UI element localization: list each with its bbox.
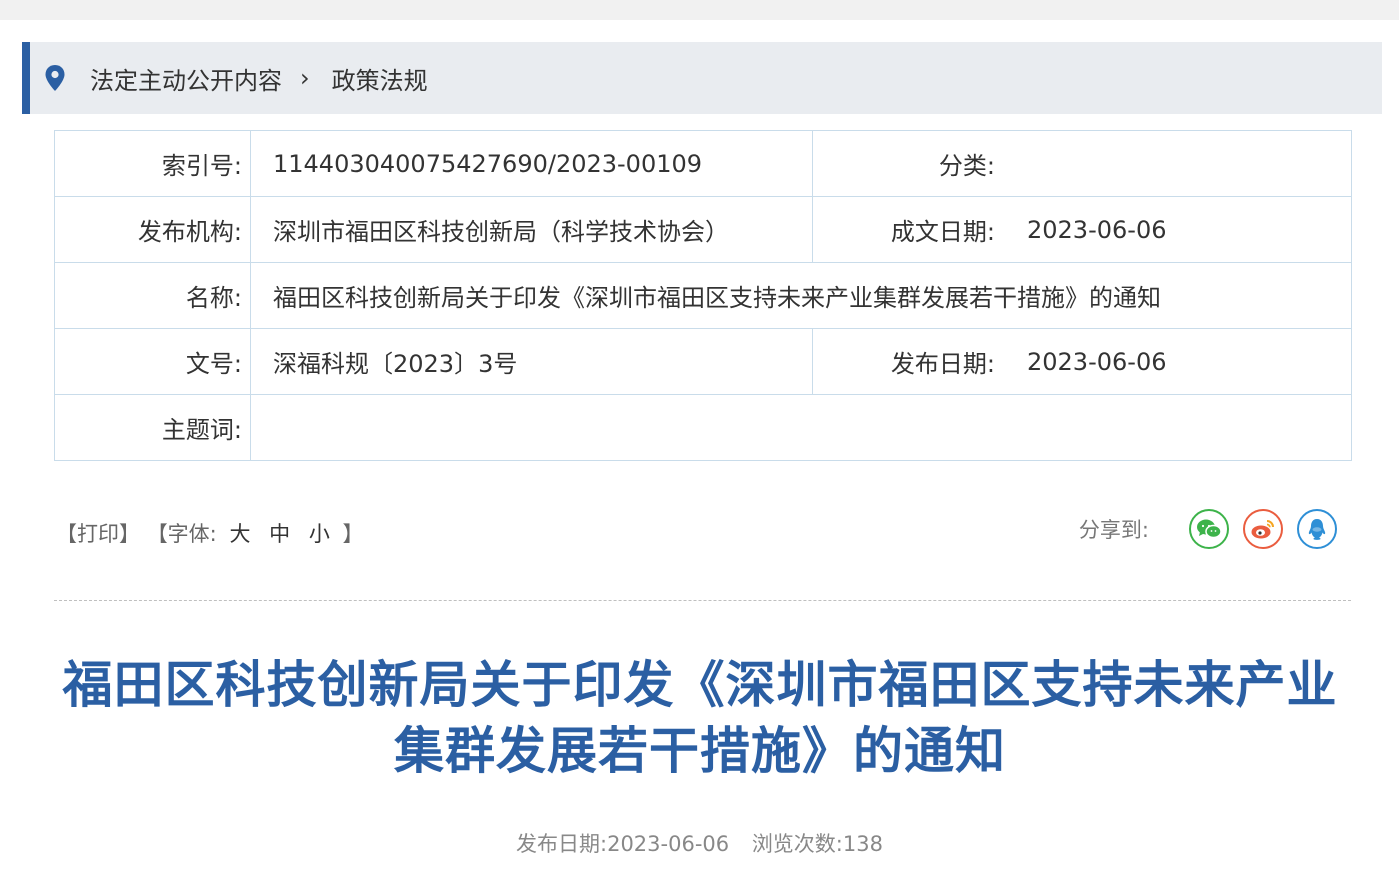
location-pin-icon	[45, 65, 65, 91]
name-value: 福田区科技创新局关于印发《深圳市福田区支持未来产业集群发展若干措施》的通知	[250, 262, 1352, 329]
wechat-icon	[1197, 519, 1222, 539]
font-size-suffix: 】	[342, 522, 364, 546]
written-date-cell: 成文日期: 2023-06-06	[812, 196, 1352, 263]
table-row: 文号: 深福科规〔2023〕3号 发布日期: 2023-06-06	[54, 328, 1352, 395]
publisher-label: 发布机构:	[54, 196, 251, 263]
written-date-value: 2023-06-06	[1027, 215, 1167, 244]
written-date-label: 成文日期:	[890, 218, 995, 246]
publisher-value: 深圳市福田区科技创新局（科学技术协会）	[250, 196, 813, 263]
table-row: 名称: 福田区科技创新局关于印发《深圳市福田区支持未来产业集群发展若干措施》的通…	[54, 262, 1352, 329]
page-container: 法定主动公开内容 › 政策法规 索引号: 114403040075427690/…	[0, 20, 1399, 890]
keywords-value	[250, 394, 1352, 461]
weibo-icon	[1251, 520, 1274, 539]
category-cell: 分类:	[812, 130, 1352, 197]
keywords-label: 主题词:	[54, 394, 251, 461]
category-label: 分类:	[938, 152, 995, 180]
publish-date-cell: 发布日期: 2023-06-06	[812, 328, 1352, 395]
index-label: 索引号:	[54, 130, 251, 197]
font-size-small-button[interactable]: 小	[309, 522, 330, 546]
publish-date-value: 2023-06-06	[1027, 347, 1167, 376]
share-bar: 分享到:	[1079, 509, 1337, 549]
breadcrumb-item-public-content[interactable]: 法定主动公开内容	[90, 61, 282, 96]
breadcrumb-separator: ›	[300, 64, 310, 92]
qq-icon	[1308, 519, 1326, 540]
document-info-table: 索引号: 114403040075427690/2023-00109 分类: 发…	[54, 130, 1352, 461]
publish-date-label: 发布日期:	[890, 350, 995, 378]
divider	[54, 600, 1351, 601]
article-title: 福田区科技创新局关于印发《深圳市福田区支持未来产业集群发展若干措施》的通知	[62, 656, 1338, 780]
doc-number-label: 文号:	[54, 328, 251, 395]
meta-publish-date: 2023-06-06	[607, 832, 730, 856]
doc-number-value: 深福科规〔2023〕3号	[250, 328, 813, 395]
share-wechat-button[interactable]	[1189, 509, 1229, 549]
meta-views-label: 浏览次数:	[751, 832, 843, 856]
name-label: 名称:	[54, 262, 251, 329]
table-row: 发布机构: 深圳市福田区科技创新局（科学技术协会） 成文日期: 2023-06-…	[54, 196, 1352, 263]
font-size-prefix: 【字体:	[146, 522, 217, 546]
table-row: 索引号: 114403040075427690/2023-00109 分类:	[54, 130, 1352, 197]
print-button[interactable]: 【打印】	[56, 522, 140, 546]
index-value: 114403040075427690/2023-00109	[250, 130, 813, 197]
meta-views-count: 138	[842, 832, 883, 856]
font-size-large-button[interactable]: 大	[229, 522, 250, 546]
article-meta: 发布日期:2023-06-06 浏览次数:138	[0, 828, 1399, 858]
meta-publish-date-label: 发布日期:	[516, 832, 608, 856]
share-label: 分享到:	[1078, 518, 1149, 542]
breadcrumb: 法定主动公开内容 › 政策法规	[22, 42, 1382, 114]
share-qq-button[interactable]	[1297, 509, 1337, 549]
font-size-medium-button[interactable]: 中	[269, 522, 290, 546]
table-row: 主题词:	[54, 394, 1352, 461]
breadcrumb-item-policy[interactable]: 政策法规	[332, 61, 428, 96]
share-weibo-button[interactable]	[1243, 509, 1283, 549]
article-tools: 【打印】 【字体: 大 中 小 】	[56, 518, 364, 548]
